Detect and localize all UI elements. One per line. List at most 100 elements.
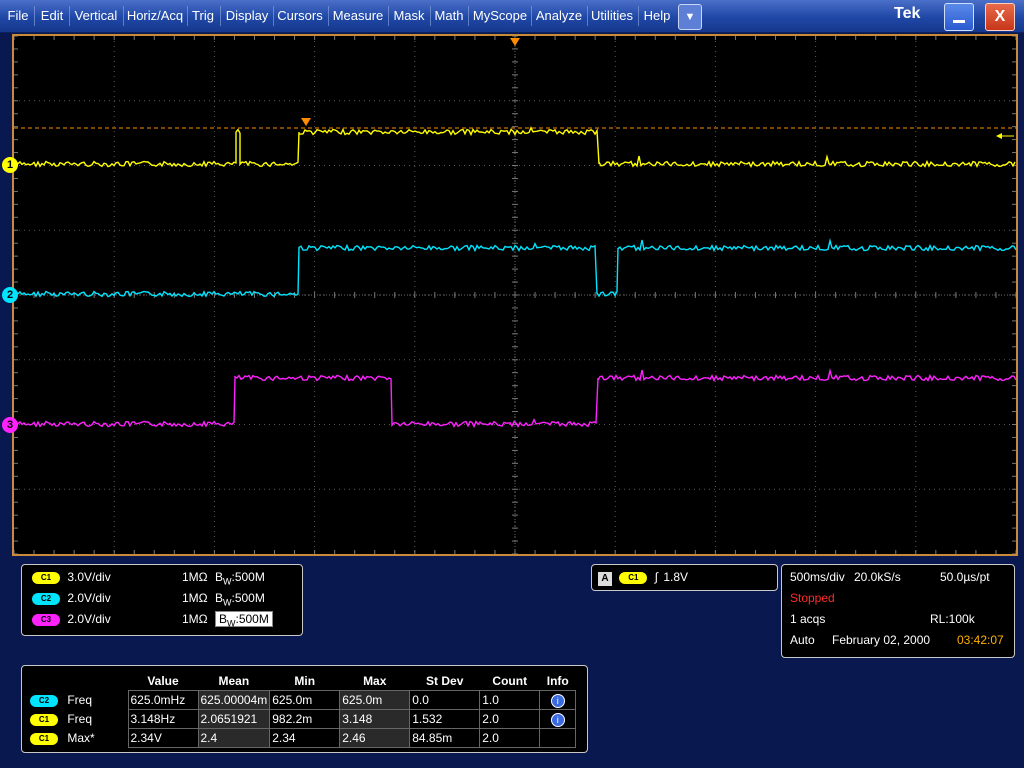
menu-math[interactable]: Math: [432, 0, 466, 32]
measurement-row[interactable]: C1 Max* 2.34V 2.4 2.34 2.46 84.85m 2.0: [28, 728, 577, 748]
ch1-settings-row[interactable]: C1 3.0V/div: [32, 568, 111, 586]
meas2-min: 982.2m: [269, 709, 341, 729]
ch1-bw-sub: W: [223, 576, 232, 587]
meas3-count: 2.0: [479, 728, 541, 748]
ch2-bw-prefix: B: [214, 591, 223, 605]
measurement-header-row: Value Mean Min Max St Dev Count Info: [28, 672, 576, 691]
menu-mask[interactable]: Mask: [390, 0, 428, 32]
timebase: 500ms/div: [790, 570, 845, 584]
trigger-level: 1.8V: [663, 570, 689, 584]
acq-state: Stopped: [790, 591, 835, 605]
meas2-name: Freq: [67, 712, 93, 726]
menu-vertical[interactable]: Vertical: [70, 0, 122, 32]
sample-rate: 20.0kS/s: [854, 570, 901, 584]
ch3-bw-prefix: B: [218, 612, 227, 626]
measurements-panel: Value Mean Min Max St Dev Count Info C2 …: [21, 665, 588, 753]
meas1-max: 625.0m: [339, 690, 411, 710]
ch1-bandwidth: :500M: [231, 570, 265, 584]
meas3-min: 2.34: [269, 728, 341, 748]
meas2-count: 2.0: [479, 709, 541, 729]
menu-utilities[interactable]: Utilities: [588, 0, 636, 32]
ch2-marker[interactable]: 2: [2, 287, 18, 303]
col-info: Info: [546, 674, 569, 688]
ch3-marker[interactable]: 3: [2, 417, 18, 433]
acq-time: 03:42:07: [957, 633, 1004, 647]
menu-myscope[interactable]: MyScope: [470, 0, 530, 32]
measurement-row[interactable]: C1 Freq 3.148Hz 2.0651921 982.2m 3.148 1…: [28, 709, 577, 729]
menu-dropdown-button[interactable]: ▼: [678, 4, 702, 30]
rising-edge-icon: ∫: [654, 570, 658, 584]
ch1-impedance: 1MΩ: [182, 570, 208, 584]
col-mean: Mean: [218, 674, 250, 688]
col-max: Max: [363, 674, 387, 688]
ch3-settings-row[interactable]: C3 2.0V/div: [32, 610, 111, 628]
ch2-impedance: 1MΩ: [182, 591, 208, 605]
meas3-info: [539, 728, 577, 748]
col-count: Count: [492, 674, 528, 688]
meas1-badge: C2: [30, 694, 58, 707]
meas2-mean: 2.0651921: [197, 709, 271, 729]
col-value: Value: [147, 674, 179, 688]
ch1-bw-prefix: B: [214, 570, 223, 584]
record-length: RL:100k: [930, 612, 975, 626]
waveform-display[interactable]: [12, 34, 1018, 556]
close-button[interactable]: X: [985, 3, 1015, 31]
menu-help[interactable]: Help: [640, 0, 674, 32]
meas2-value: 3.148Hz: [127, 709, 199, 729]
menu-file[interactable]: File: [3, 0, 33, 32]
ch3-scale: 2.0V/div: [67, 612, 111, 626]
ch3-bandwidth-box[interactable]: BW:500M: [214, 611, 273, 629]
menu-horiz-acq[interactable]: Horiz/Acq: [124, 0, 186, 32]
col-min: Min: [294, 674, 316, 688]
meas3-mean: 2.4: [197, 728, 271, 748]
meas1-stdev: 0.0: [409, 690, 481, 710]
ch3-bandwidth: :500M: [235, 612, 269, 626]
meas3-value: 2.34V: [127, 728, 199, 748]
tek-logo: Tek: [894, 5, 921, 22]
menu-bar: File Edit Vertical Horiz/Acq Trig Displa…: [0, 0, 1024, 33]
acq-date: February 02, 2000: [832, 633, 931, 647]
menu-trig[interactable]: Trig: [188, 0, 218, 32]
ch1-input-settings: 1MΩ BW:500M: [182, 568, 265, 586]
measurement-row[interactable]: C2 Freq 625.0mHz 625.00004m 625.0m 625.0…: [28, 690, 577, 710]
info-icon[interactable]: i: [550, 693, 565, 708]
col-stdev: St Dev: [426, 674, 464, 688]
graticule-grid: [14, 36, 1016, 554]
trigger-point-marker: [301, 118, 311, 126]
meas3-stdev: 84.85m: [409, 728, 481, 748]
meas2-badge: C1: [30, 713, 58, 726]
channel-settings-panel: C1 3.0V/div 1MΩ BW:500M C2 2.0V/div 1MΩ …: [21, 564, 303, 636]
measurement-table: Value Mean Min Max St Dev Count Info C2 …: [28, 672, 577, 748]
meas1-min: 625.0m: [269, 690, 341, 710]
ch2-bw-sub: W: [223, 597, 232, 608]
menu-analyze[interactable]: Analyze: [532, 0, 586, 32]
ch2-scale: 2.0V/div: [67, 591, 111, 605]
ch3-input-settings: 1MΩ BW:500M: [182, 610, 273, 628]
menu-measure[interactable]: Measure: [330, 0, 386, 32]
menu-edit[interactable]: Edit: [36, 0, 68, 32]
menu-display[interactable]: Display: [222, 0, 272, 32]
trigger-source-badge: C1: [619, 571, 648, 584]
ch2-settings-row[interactable]: C2 2.0V/div: [32, 589, 111, 607]
acquisition-panel[interactable]: 500ms/div 20.0kS/s 50.0µs/pt Stopped 1 a…: [781, 564, 1015, 658]
ch2-bandwidth: :500M: [231, 591, 265, 605]
meas2-max: 3.148: [339, 709, 411, 729]
meas3-max: 2.46: [339, 728, 411, 748]
meas1-count: 1.0: [479, 690, 541, 710]
ch3-impedance: 1MΩ: [182, 612, 208, 626]
menu-cursors[interactable]: Cursors: [274, 0, 326, 32]
ch3-bw-sub: W: [227, 618, 236, 629]
acq-count: 1 acqs: [790, 612, 826, 626]
resolution: 50.0µs/pt: [940, 570, 990, 584]
ch2-badge: C2: [32, 592, 60, 605]
minimize-button[interactable]: [944, 3, 974, 31]
meas3-name: Max*: [67, 731, 95, 745]
trigger-level-arrowhead: [996, 133, 1002, 139]
trigger-position-marker: [510, 38, 520, 46]
meas1-name: Freq: [67, 693, 93, 707]
ch1-marker[interactable]: 1: [2, 157, 18, 173]
trigger-panel[interactable]: A C1 ∫ 1.8V: [591, 564, 778, 591]
info-icon[interactable]: i: [550, 712, 565, 727]
trigger-auto-mode: Auto: [790, 633, 815, 647]
minimize-icon: [953, 20, 965, 23]
